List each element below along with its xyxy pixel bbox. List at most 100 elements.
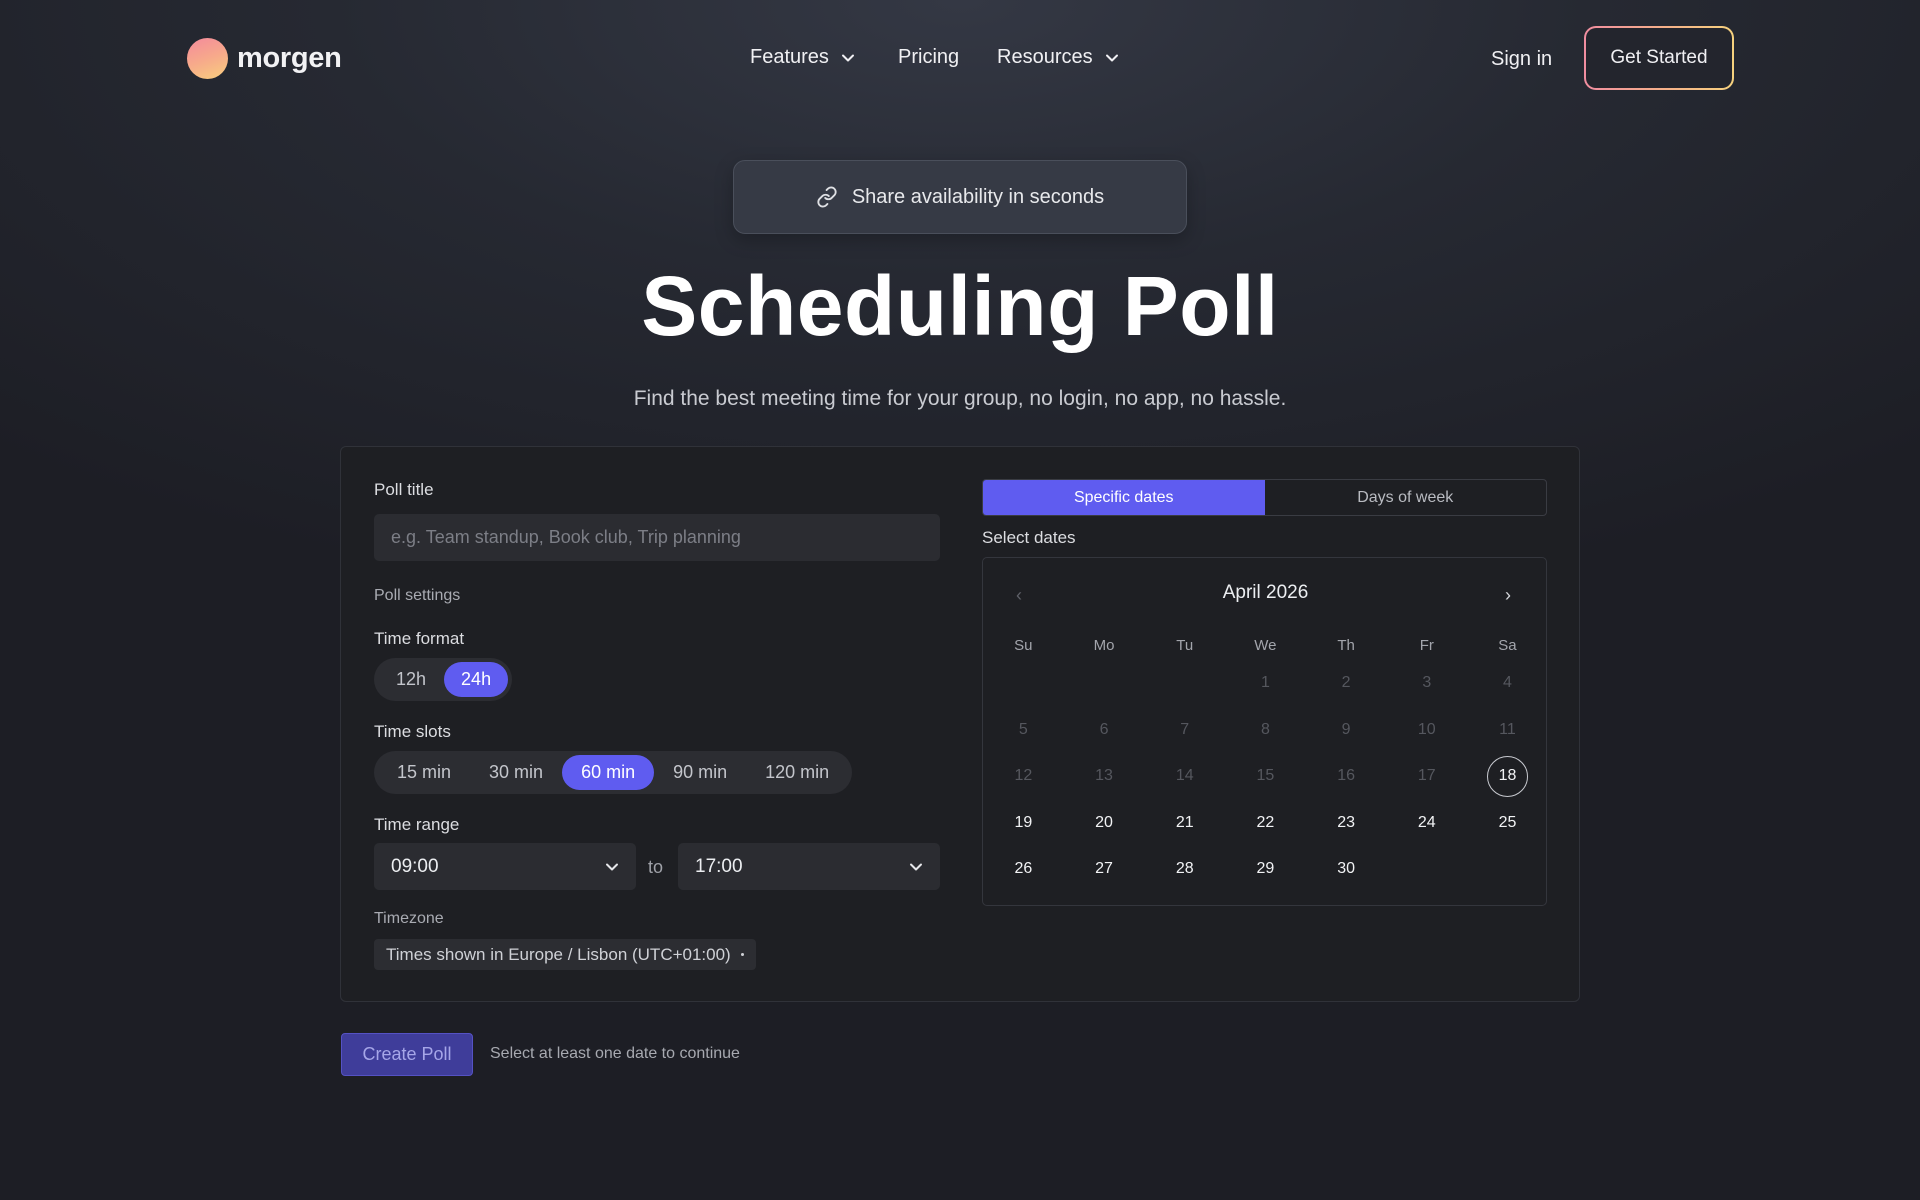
calendar-day-23[interactable]: 23 xyxy=(1306,800,1387,847)
dot-icon xyxy=(740,953,744,956)
chevron-down-icon xyxy=(910,863,922,870)
calendar-day-label: 26 xyxy=(1014,860,1033,878)
calendar-day-18[interactable]: 18 xyxy=(1467,753,1548,800)
calendar-day-11: 11 xyxy=(1467,707,1548,754)
brand-logo[interactable]: morgen xyxy=(187,38,342,79)
calendar-day-16: 16 xyxy=(1306,753,1387,800)
calendar-day-label: 7 xyxy=(1180,720,1190,738)
nav-resources-label: Resources xyxy=(997,46,1093,68)
timezone-value: Times shown in Europe / Lisbon (UTC+01:0… xyxy=(386,944,731,964)
calendar-day-1: 1 xyxy=(1225,660,1306,707)
nav-features-label: Features xyxy=(750,46,829,68)
time-range-start-select[interactable]: 09:00 xyxy=(374,843,636,890)
calendar-day-9: 9 xyxy=(1306,707,1387,754)
link-icon xyxy=(817,186,837,208)
tab-days-of-week[interactable]: Days of week xyxy=(1265,480,1547,515)
calendar-day-20[interactable]: 20 xyxy=(1064,800,1145,847)
poll-settings-heading: Poll settings xyxy=(374,587,461,604)
calendar-day-6: 6 xyxy=(1064,707,1145,754)
calendar-weekday-label: Sa xyxy=(1498,636,1517,654)
chevron-down-icon xyxy=(1105,54,1118,61)
time-format-12h[interactable]: 12h xyxy=(378,662,444,697)
calendar-day-5: 5 xyxy=(983,707,1064,754)
calendar-day-25[interactable]: 25 xyxy=(1467,800,1548,847)
calendar-empty-cell xyxy=(983,660,1064,707)
calendar-day-27[interactable]: 27 xyxy=(1064,846,1145,893)
create-poll-helper-text: Select at least one date to continue xyxy=(490,1045,740,1062)
calendar-day-label: 13 xyxy=(1095,767,1113,785)
calendar-day-label: 5 xyxy=(1018,720,1028,738)
time-slot-60[interactable]: 60 min xyxy=(562,755,655,790)
calendar-weekday-label: We xyxy=(1254,636,1277,654)
calendar-day-label: 19 xyxy=(1014,813,1033,831)
calendar-day-28[interactable]: 28 xyxy=(1144,846,1225,893)
calendar-day-21[interactable]: 21 xyxy=(1144,800,1225,847)
calendar-day-label: 10 xyxy=(1417,720,1436,738)
get-started-button[interactable]: Get Started xyxy=(1584,26,1734,90)
calendar-day-7: 7 xyxy=(1144,707,1225,754)
calendar-day-label: 14 xyxy=(1175,767,1194,785)
time-slots-toggle: 15 min 30 min 60 min 90 min 120 min xyxy=(374,751,853,794)
nav-pricing-label: Pricing xyxy=(898,46,960,68)
calendar-empty-cell xyxy=(1144,660,1225,707)
time-range-end-value: 17:00 xyxy=(695,855,743,877)
calendar-day-label: 2 xyxy=(1341,674,1351,692)
sign-in-link[interactable]: Sign in xyxy=(1491,48,1552,71)
calendar-day-label: 20 xyxy=(1095,813,1113,831)
calendar-day-22[interactable]: 22 xyxy=(1225,800,1306,847)
poll-form-card: Poll title Poll settings Time format 12h… xyxy=(340,446,1580,1002)
calendar-day-24[interactable]: 24 xyxy=(1386,800,1467,847)
time-slot-90[interactable]: 90 min xyxy=(654,755,746,790)
calendar-day-3: 3 xyxy=(1386,660,1467,707)
timezone-selector[interactable]: Times shown in Europe / Lisbon (UTC+01:0… xyxy=(374,939,756,970)
nav-features[interactable]: Features xyxy=(750,46,855,69)
calendar-day-30[interactable]: 30 xyxy=(1306,846,1387,893)
time-format-label: Time format xyxy=(374,629,465,648)
calendar-empty-cell xyxy=(1064,660,1145,707)
timezone-label: Timezone xyxy=(374,910,444,927)
time-format-toggle: 12h 24h xyxy=(374,658,513,701)
calendar-day-29[interactable]: 29 xyxy=(1225,846,1306,893)
calendar-day-label: 12 xyxy=(1014,767,1033,785)
calendar-day-label: 23 xyxy=(1337,813,1355,831)
calendar-day-4: 4 xyxy=(1467,660,1548,707)
nav-resources[interactable]: Resources xyxy=(997,46,1119,69)
nav-pricing[interactable]: Pricing xyxy=(898,46,959,69)
calendar-day-26[interactable]: 26 xyxy=(983,846,1064,893)
calendar-weekday-label: Th xyxy=(1337,636,1355,654)
calendar-day-label: 16 xyxy=(1337,767,1355,785)
time-range-start-value: 09:00 xyxy=(391,855,439,877)
calendar-day-label: 3 xyxy=(1422,674,1432,692)
page-title: Scheduling Poll xyxy=(641,259,1279,353)
calendar-day-14: 14 xyxy=(1144,753,1225,800)
calendar-day-12: 12 xyxy=(983,753,1064,800)
calendar-day-19[interactable]: 19 xyxy=(983,800,1064,847)
calendar-header: April 2026 ‹ › xyxy=(983,582,1548,608)
chevron-down-icon xyxy=(841,54,854,61)
time-range-end-select[interactable]: 17:00 xyxy=(678,843,940,890)
calendar-week-row: 12 13 14 15 16 17 18 xyxy=(983,753,1548,800)
calendar-grid: Su Mo Tu We Th Fr Sa 1 2 3 4 5 6 7 8 9 10 11 12 13 14 15 16 17 1… xyxy=(983,630,1548,893)
poll-title-label: Poll title xyxy=(374,480,434,499)
top-nav: morgen Features Pricing Resources Sign i… xyxy=(0,0,1920,118)
brand-name: morgen xyxy=(237,42,342,74)
time-format-24h[interactable]: 24h xyxy=(444,662,509,697)
chevron-down-icon xyxy=(606,863,618,870)
calendar-day-10: 10 xyxy=(1386,707,1467,754)
calendar-day-label: 11 xyxy=(1499,720,1516,738)
calendar-day-label: 22 xyxy=(1256,813,1275,831)
time-range-separator: to xyxy=(648,857,664,877)
time-slot-15[interactable]: 15 min xyxy=(378,755,470,790)
time-slot-30[interactable]: 30 min xyxy=(470,755,562,790)
create-poll-button[interactable]: Create Poll xyxy=(341,1033,473,1076)
chevron-left-icon[interactable]: ‹ xyxy=(1008,584,1030,606)
poll-title-input[interactable] xyxy=(374,514,940,561)
calendar-day-label: 30 xyxy=(1337,860,1355,878)
calendar-weekday-label: Fr xyxy=(1419,636,1434,654)
chevron-right-icon[interactable]: › xyxy=(1497,584,1519,606)
tab-specific-dates[interactable]: Specific dates xyxy=(983,480,1265,515)
calendar-day-label: 9 xyxy=(1341,720,1351,738)
calendar-month-title: April 2026 xyxy=(1222,582,1309,603)
time-slots-label: Time slots xyxy=(374,722,451,741)
time-slot-120[interactable]: 120 min xyxy=(746,755,848,790)
